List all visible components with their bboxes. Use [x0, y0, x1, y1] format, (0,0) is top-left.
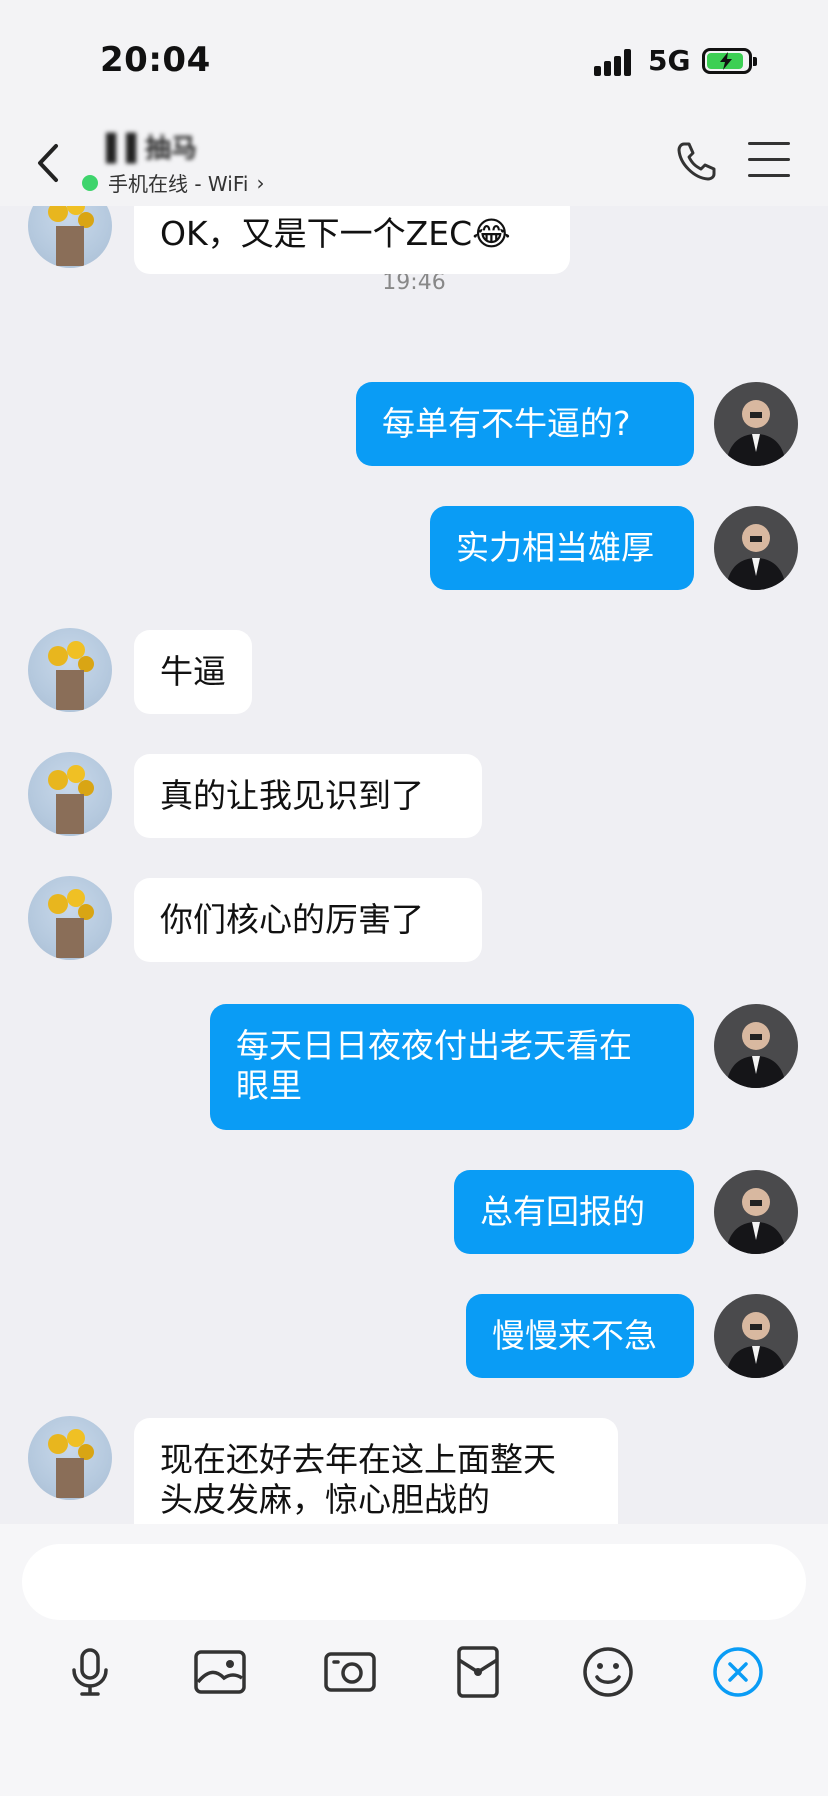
outgoing-message[interactable]: 实力相当雄厚: [430, 506, 694, 590]
emoji-button[interactable]: [580, 1644, 636, 1700]
close-circle-icon: [713, 1647, 763, 1697]
emoji-icon: [583, 1647, 633, 1697]
online-dot-icon: [82, 174, 98, 191]
contact-avatar[interactable]: [28, 206, 112, 268]
outgoing-message[interactable]: 慢慢来不急: [466, 1294, 694, 1378]
my-avatar[interactable]: [714, 1004, 798, 1088]
message-list[interactable]: 19:46 OK，又是下一个ZEC😂 每单有不牛逼的? 实力相当雄厚 牛逼 真的…: [0, 206, 828, 1524]
back-arrow-icon: [38, 144, 58, 182]
image-button[interactable]: [192, 1644, 248, 1700]
red-packet-button[interactable]: [450, 1644, 506, 1700]
menu-line: [748, 158, 790, 161]
contact-avatar[interactable]: [28, 876, 112, 960]
my-avatar[interactable]: [714, 1170, 798, 1254]
incoming-message[interactable]: 牛逼: [134, 630, 252, 714]
image-icon: [194, 1650, 246, 1694]
presence-text: 手机在线 - WiFi: [108, 172, 249, 196]
incoming-message[interactable]: 现在还好去年在这上面整天 头皮发麻，惊心胆战的: [134, 1418, 618, 1524]
close-panel-button[interactable]: [710, 1644, 766, 1700]
incoming-message[interactable]: OK，又是下一个ZEC😂: [134, 206, 570, 274]
camera-icon: [324, 1652, 376, 1692]
call-button[interactable]: [674, 138, 720, 184]
incoming-message[interactable]: 你们核心的厉害了: [134, 878, 482, 962]
status-time: 20:04: [100, 40, 211, 80]
outgoing-message[interactable]: 每天日日夜夜付出老天看在 眼里: [210, 1004, 694, 1130]
back-button[interactable]: [30, 140, 70, 186]
contact-avatar[interactable]: [28, 1416, 112, 1500]
input-area: [0, 1524, 828, 1796]
red-packet-icon: [457, 1646, 499, 1698]
menu-line: [748, 174, 790, 177]
contact-avatar[interactable]: [28, 628, 112, 712]
my-avatar[interactable]: [714, 506, 798, 590]
presence-status[interactable]: 手机在线 - WiFi ›: [82, 168, 264, 197]
battery-icon: [702, 48, 757, 74]
microphone-icon: [72, 1648, 108, 1696]
incoming-message[interactable]: 真的让我见识到了: [134, 754, 482, 838]
my-avatar[interactable]: [714, 382, 798, 466]
outgoing-message[interactable]: 每单有不牛逼的?: [356, 382, 694, 466]
chevron-right-icon: ›: [256, 170, 265, 195]
contact-avatar[interactable]: [28, 752, 112, 836]
signal-icon: [594, 48, 636, 76]
menu-button[interactable]: [748, 142, 790, 182]
chat-header: ▐▐ 抽马 手机在线 - WiFi ›: [0, 120, 828, 206]
phone-icon: [677, 142, 716, 181]
status-bar: 20:04 5G: [0, 0, 828, 120]
camera-button[interactable]: [322, 1644, 378, 1700]
voice-button[interactable]: [62, 1644, 118, 1700]
outgoing-message[interactable]: 总有回报的: [454, 1170, 694, 1254]
my-avatar[interactable]: [714, 1294, 798, 1378]
menu-line: [748, 142, 790, 145]
contact-name[interactable]: ▐▐ 抽马: [96, 128, 197, 165]
network-type: 5G: [648, 44, 691, 77]
message-input[interactable]: [22, 1544, 806, 1620]
